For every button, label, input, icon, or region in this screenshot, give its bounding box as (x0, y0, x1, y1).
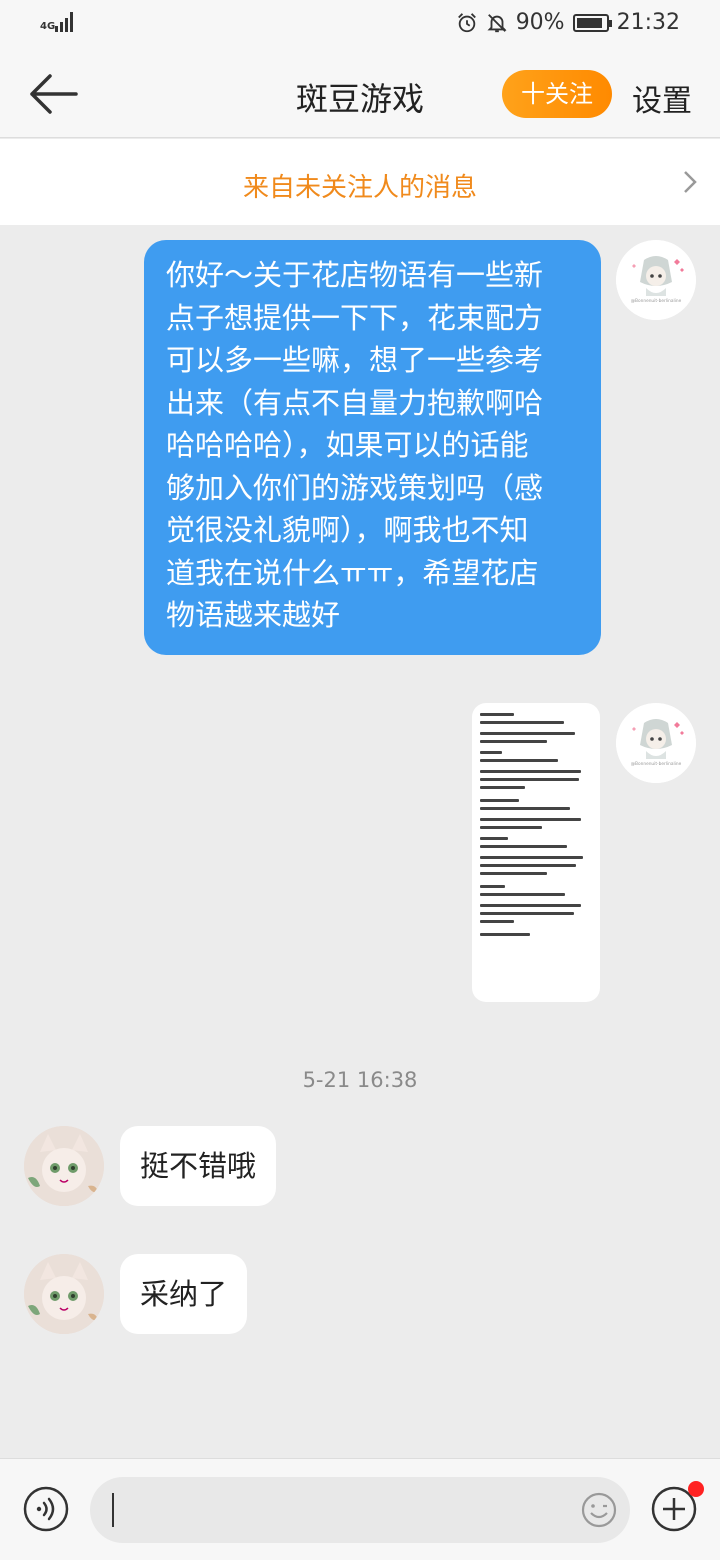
message-line: 点子想提供一下下，花束配方 (166, 300, 544, 335)
message-line: 道我在说什么ㅠㅠ，希望花店 (166, 555, 539, 590)
stranger-message-notice[interactable]: 来自未关注人的消息 (0, 139, 720, 225)
chat-header: 斑豆游戏 十关注 设置 (0, 50, 720, 138)
battery-icon (572, 13, 612, 32)
my-avatar[interactable]: @Bonnenuit-berlinaline (616, 703, 696, 783)
battery-percent: 90% (515, 10, 565, 35)
message-input[interactable] (90, 1477, 630, 1543)
message-bubble-received[interactable]: 采纳了 (120, 1254, 248, 1334)
avatar-watermark: @Bonnenuit-berlinaline (631, 298, 682, 304)
network-type: 4G (40, 21, 56, 32)
contact-avatar[interactable] (24, 1126, 104, 1206)
signal-indicator: 4G (40, 12, 73, 32)
avatar-watermark: @Bonnenuit-berlinaline (631, 761, 682, 767)
signal-icon (55, 12, 73, 32)
image-message[interactable] (472, 703, 600, 1002)
notice-text: 来自未关注人的消息 (242, 173, 477, 203)
avatar-illustration: @Bonnenuit-berlinaline (616, 240, 696, 320)
message-bubble-received[interactable]: 挺不错哦 (120, 1126, 277, 1206)
mute-icon (487, 13, 507, 32)
clock: 21:32 (616, 10, 680, 35)
follow-button[interactable]: 十关注 (502, 70, 612, 118)
status-bar: 4G 90% 21:32 (0, 0, 720, 50)
message-line: 觉很没礼貌啊），啊我也不知 (166, 513, 529, 547)
voice-icon[interactable] (22, 1485, 70, 1533)
text-caret (112, 1493, 114, 1527)
message-line: 哈哈哈哈），如果可以的话能 (166, 428, 529, 462)
message-line: 物语越来越好 (166, 598, 341, 632)
chat-input-bar (0, 1458, 720, 1560)
contact-avatar[interactable] (24, 1254, 104, 1334)
settings-button[interactable]: 设置 (632, 76, 692, 120)
message-line: 你好～关于花店物语有一些新 (166, 258, 544, 292)
avatar-illustration (24, 1126, 104, 1206)
notification-dot (688, 1481, 704, 1497)
my-avatar[interactable]: @Bonnenuit-berlinaline (616, 240, 696, 320)
message-bubble-sent[interactable]: 你好～关于花店物语有一些新 点子想提供一下下，花束配方 可以多一些嘛，想了一些参… (144, 240, 601, 655)
message-line: 出来（有点不自量力抱歉啊哈 (166, 385, 544, 420)
chevron-right-icon (684, 171, 697, 193)
page-title: 斑豆游戏 (295, 80, 424, 118)
message-line: 够加入你们的游戏策划吗（感 (166, 470, 544, 505)
alarm-icon (457, 12, 476, 32)
avatar-illustration: @Bonnenuit-berlinaline (616, 703, 696, 783)
avatar-illustration (24, 1254, 104, 1334)
message-line: 可以多一些嘛，想了一些参考 (166, 343, 544, 377)
message-timestamp: 5-21 16:38 (302, 1068, 418, 1092)
emoji-icon[interactable] (580, 1491, 618, 1529)
